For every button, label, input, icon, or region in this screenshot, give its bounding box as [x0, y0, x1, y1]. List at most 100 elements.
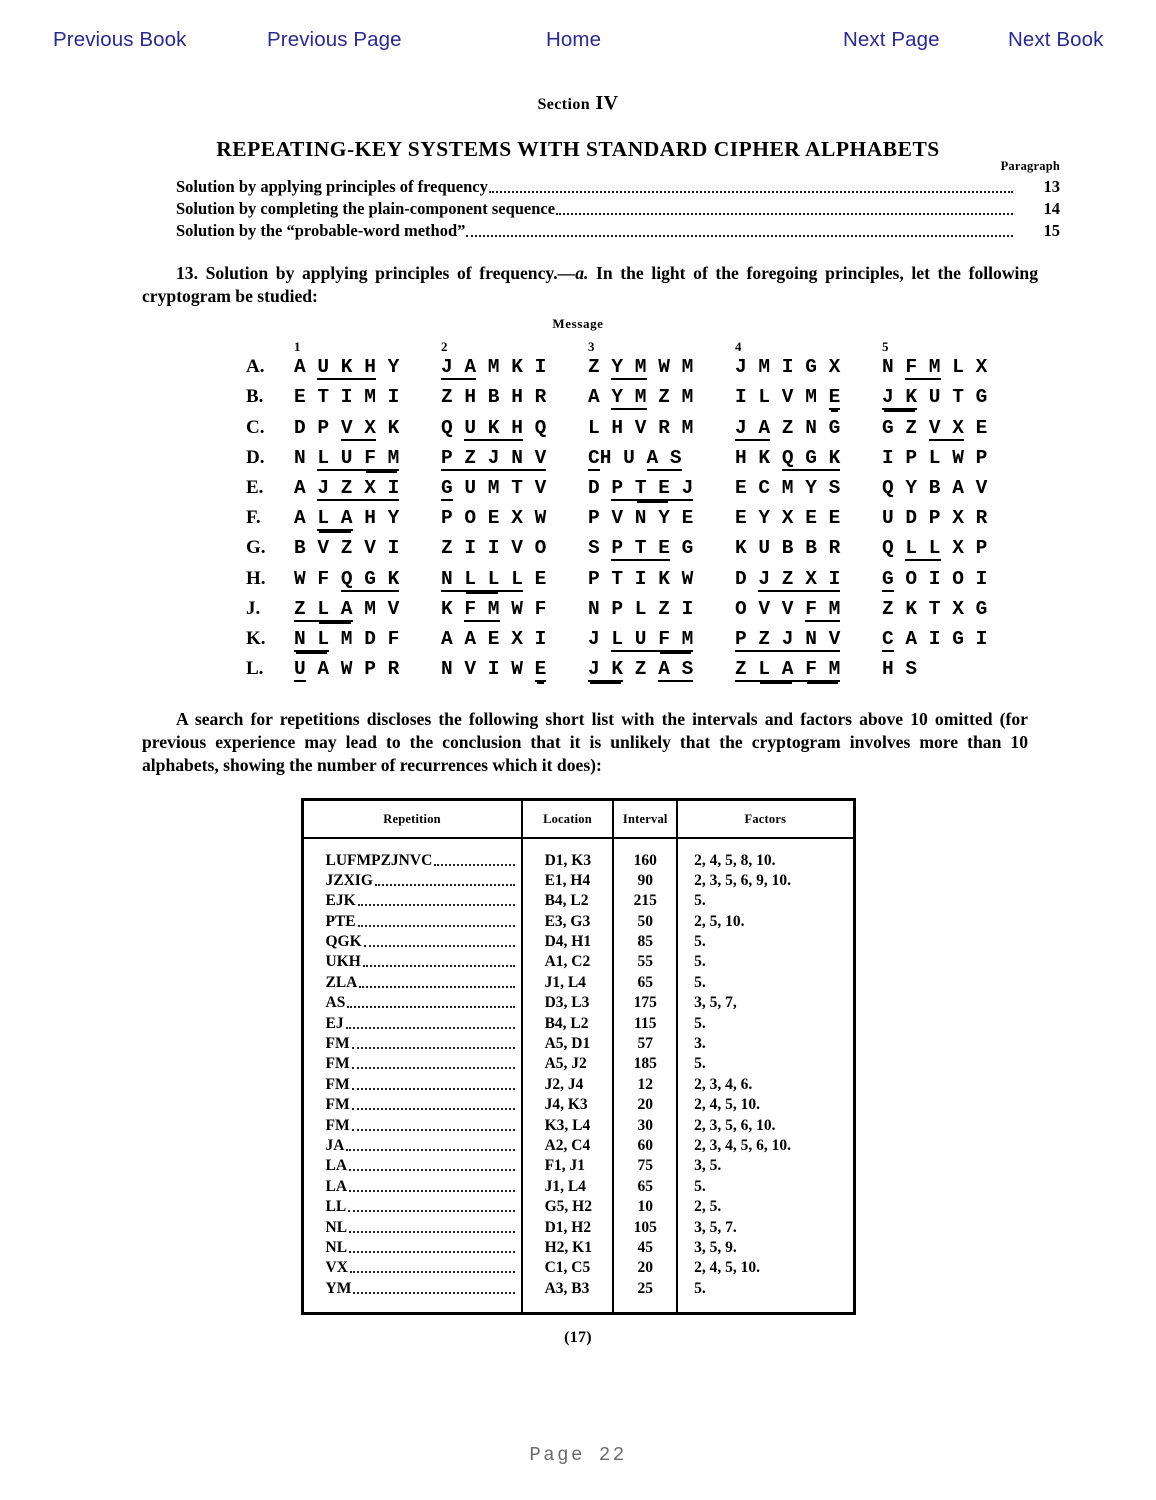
factors-value: 2, 3, 5, 6, 9, 10.	[694, 871, 792, 889]
cipher-group: A J Z X I	[294, 476, 400, 501]
repetition-table-head: Repetition Location Interval Factors	[303, 801, 853, 840]
repetition-leader-dots	[374, 876, 515, 886]
table-cell-location: A3, B3	[521, 1278, 615, 1312]
repetition-value: UKH	[325, 953, 361, 971]
table-cell-location: B4, L2	[521, 891, 615, 912]
location-value: E3, G3	[544, 912, 591, 930]
search-repetitions-paragraph: A search for repetitions discloses the f…	[0, 708, 1156, 776]
cipher-row: B. E T I M I Z H B H R A Y M Z M I L V M…	[246, 386, 1156, 416]
cipher-group: J K U T G	[882, 386, 988, 411]
cipher-group: D P V X K	[294, 416, 400, 441]
cipher-group: Q U K H Q	[441, 416, 547, 441]
cipher-group: B V Z V I	[294, 537, 400, 560]
location-value: A1, C2	[544, 953, 591, 971]
cipher-row-label: F.	[246, 507, 261, 529]
table-row: FM J4, K3 20 2, 4, 5, 10.	[303, 1095, 853, 1116]
repetition-leader-dots	[351, 1039, 515, 1050]
cipher-group: U A W P R	[294, 658, 400, 683]
table-header-interval: Interval	[613, 801, 679, 840]
cipher-group: J A M K I	[441, 356, 547, 381]
nav-previous-page-link[interactable]: Previous Page	[267, 28, 402, 52]
scanned-page-content: Section IV REPEATING-KEY SYSTEMS WITH ST…	[0, 88, 1156, 1346]
repetition-value: PTE	[325, 912, 356, 930]
toc-entry-text: Solution by applying principles of frequ…	[176, 177, 488, 196]
toc-entry[interactable]: Solution by the “probable-word method” 1…	[176, 220, 1060, 242]
table-cell-location: C1, C5	[521, 1258, 615, 1279]
cipher-group: H K Q G K	[735, 446, 841, 471]
table-cell-factors: 3, 5.	[677, 1156, 852, 1176]
table-cell-factors: 5.	[677, 1177, 852, 1197]
table-cell-location: G5, H2	[521, 1196, 615, 1218]
cipher-row-label: E.	[246, 476, 264, 498]
repetition-value: YM	[325, 1279, 352, 1297]
table-cell-location: E1, H4	[521, 870, 615, 892]
repetition-value: FM	[325, 1096, 350, 1114]
location-value: A5, D1	[544, 1035, 591, 1053]
location-value: K3, L4	[544, 1116, 591, 1134]
location-value: C1, C5	[544, 1259, 591, 1277]
repetition-leader-dots	[346, 1141, 515, 1151]
cipher-group: CH U A S	[588, 446, 682, 471]
cipher-row: K. N L M D F A A E X I J L U F M P Z J N…	[246, 627, 1156, 658]
cipher-group: A L A H Y	[294, 507, 400, 532]
cipher-group: O V V F M	[735, 597, 841, 622]
table-cell-location: J1, L4	[521, 972, 615, 994]
cipher-group: N V I W E	[441, 658, 547, 683]
repetition-leader-dots	[351, 1100, 515, 1111]
table-cell-interval: 60	[613, 1135, 679, 1157]
cipher-group: K F M W F	[441, 597, 547, 622]
table-cell-repetition: LL	[303, 1196, 523, 1218]
table-row: AS D3, L3 175 3, 5, 7,	[303, 993, 853, 1014]
repetition-value: NL	[325, 1238, 348, 1256]
table-cell-location: D1, H2	[521, 1217, 615, 1238]
repetition-value: JA	[325, 1136, 345, 1154]
factors-value: 2, 3, 4, 6.	[694, 1075, 753, 1093]
cipher-row: J. Z L A M V K F M W F N P L Z I O V V F…	[246, 597, 1156, 628]
table-row: YM A3, B3 25 5.	[303, 1278, 853, 1312]
table-of-contents: Paragraph Solution by applying principle…	[0, 159, 1156, 242]
table-cell-location: E3, G3	[521, 911, 615, 932]
cipher-row-label: C.	[246, 416, 265, 438]
repetition-leader-dots	[351, 1121, 515, 1131]
nav-home-link[interactable]: Home	[546, 28, 601, 52]
cipher-column-number-1: 1	[294, 339, 301, 355]
cipher-group: Z Y M W M	[588, 356, 694, 381]
cipher-group: A Y M Z M	[588, 386, 694, 411]
table-cell-location: D1, K3	[521, 838, 615, 871]
nav-previous-book-link[interactable]: Previous Book	[53, 28, 186, 52]
table-row: LA F1, J1 75 3, 5.	[303, 1156, 853, 1177]
cipher-row-label: H.	[246, 567, 266, 589]
location-value: D3, L3	[544, 994, 590, 1012]
factors-value: 3, 5.	[694, 1157, 722, 1175]
nav-next-book-link[interactable]: Next Book	[1008, 28, 1103, 52]
table-row: JZXIG E1, H4 90 2, 3, 5, 6, 9, 10.	[303, 870, 853, 892]
cipher-group: J A Z N G	[735, 416, 841, 441]
toc-entry[interactable]: Solution by applying principles of frequ…	[176, 176, 1060, 198]
repetition-value: LA	[325, 1157, 348, 1175]
section-number: IV	[595, 92, 619, 114]
repetition-value: VX	[325, 1259, 348, 1277]
toc-entry[interactable]: Solution by completing the plain-compone…	[176, 198, 1060, 220]
table-cell-interval: 25	[613, 1278, 679, 1312]
nav-next-page-link[interactable]: Next Page	[843, 28, 940, 52]
factors-value: 5.	[694, 1014, 706, 1032]
table-cell-interval: 90	[613, 870, 679, 892]
repetition-value: LL	[325, 1198, 347, 1216]
table-cell-repetition: FM	[303, 1074, 523, 1095]
folio-number: (17)	[564, 1328, 592, 1346]
cipher-row: E. A J Z X I G U M T V D P T E J E C M Y…	[246, 476, 1156, 507]
location-value: J1, L4	[544, 1177, 586, 1195]
table-row: EJK B4, L2 215 5.	[303, 891, 853, 912]
table-cell-repetition: VX	[303, 1258, 523, 1279]
cipher-group: Z L A F M	[735, 658, 841, 683]
table-cell-location: K3, L4	[521, 1115, 615, 1136]
table-cell-factors: 5.	[677, 1054, 852, 1074]
cipher-row-label: B.	[246, 386, 264, 408]
factors-value: 5.	[694, 1177, 706, 1195]
repetition-leader-dots	[357, 917, 515, 927]
factors-value: 3.	[694, 1035, 706, 1053]
cipher-group: W F Q G K	[294, 567, 400, 592]
factors-value: 5.	[694, 892, 706, 910]
table-cell-factors: 3, 5, 9.	[677, 1238, 852, 1258]
table-row: LL G5, H2 10 2, 5.	[303, 1196, 853, 1218]
